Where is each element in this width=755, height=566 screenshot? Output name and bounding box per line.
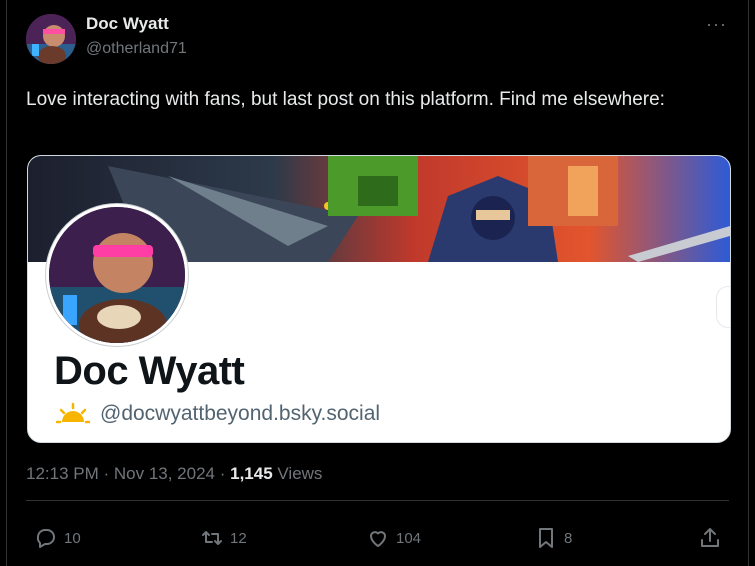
card-avatar-image [49, 207, 185, 343]
repost-button[interactable]: 12 [200, 526, 247, 550]
post-meta: 12:13 PM · Nov 13, 2024 · 1,145 Views [26, 464, 322, 484]
bookmark-count: 8 [564, 529, 573, 547]
left-border [6, 0, 7, 566]
more-icon[interactable]: ··· [706, 14, 727, 35]
author-avatar[interactable] [26, 14, 76, 64]
post-date[interactable]: Nov 13, 2024 [114, 464, 215, 483]
card-handle: @docwyattbeyond.bsky.social [100, 402, 381, 425]
like-count: 104 [396, 529, 422, 547]
views-count: 1,145 [230, 464, 273, 483]
meta-separator: · [215, 464, 231, 483]
reply-button[interactable]: 10 [34, 526, 81, 550]
card-handle-row: @docwyattbeyond.bsky.social [56, 402, 380, 426]
divider [26, 500, 729, 501]
share-button[interactable] [698, 526, 728, 550]
card-avatar [46, 204, 188, 346]
card-scroll-handle[interactable] [716, 286, 730, 328]
reply-icon [36, 529, 55, 548]
right-border [748, 0, 749, 566]
author-name[interactable]: Doc Wyatt [86, 14, 169, 34]
action-bar: 10 12 104 8 [0, 520, 755, 556]
sun-icon [56, 402, 90, 424]
repost-count: 12 [230, 529, 247, 547]
link-card[interactable]: Doc Wyatt @docwyattbeyond.bsky.social [27, 155, 731, 443]
like-button[interactable]: 104 [366, 526, 421, 550]
repost-icon [202, 531, 222, 545]
reply-count: 10 [64, 529, 81, 547]
bookmark-icon [539, 528, 553, 548]
bookmark-button[interactable]: 8 [534, 526, 572, 550]
meta-separator: · [98, 464, 114, 483]
avatar-image [26, 14, 76, 64]
share-icon [701, 528, 719, 547]
views-label: Views [272, 464, 323, 483]
post-text: Love interacting with fans, but last pos… [26, 89, 665, 110]
post-time[interactable]: 12:13 PM [26, 464, 99, 483]
author-handle[interactable]: @otherland71 [86, 40, 187, 58]
card-display-name: Doc Wyatt [54, 349, 245, 393]
like-icon [370, 531, 386, 547]
